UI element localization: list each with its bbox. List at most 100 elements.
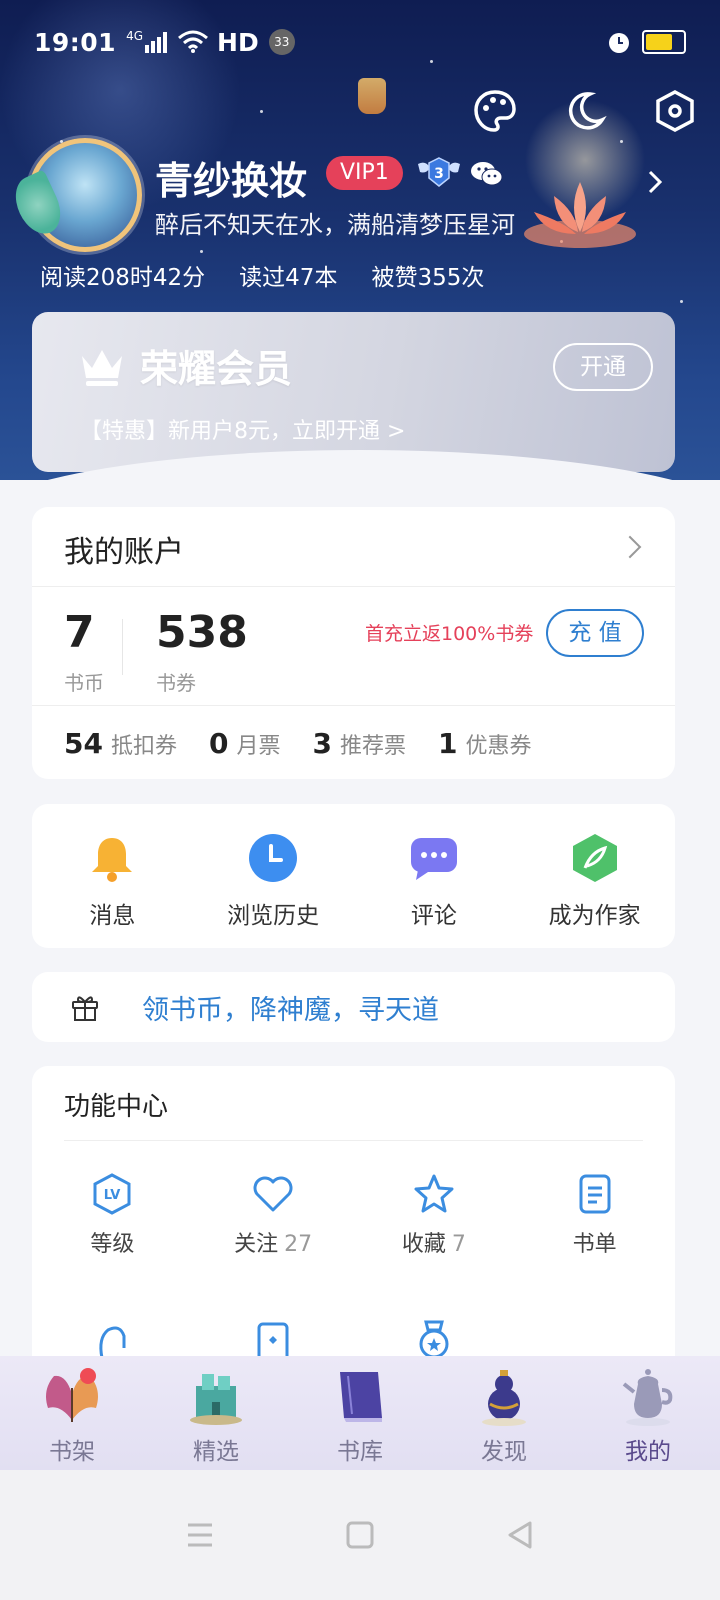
voucher-label: 书券 bbox=[156, 671, 196, 695]
profile-chevron-icon[interactable] bbox=[644, 168, 666, 196]
star-icon bbox=[414, 1174, 454, 1213]
lantern-decoration bbox=[358, 78, 386, 114]
network-label: 4G bbox=[126, 29, 144, 43]
function-item-favorites[interactable]: 收藏 7 bbox=[354, 1172, 515, 1258]
function-item-label: 等级 bbox=[90, 1232, 135, 1257]
ticket-list: 54 抵扣券 0 月票 3 推荐票 1 优惠券 bbox=[64, 727, 531, 760]
book-icon bbox=[340, 1372, 382, 1422]
function-item-label: 书单 bbox=[572, 1232, 617, 1257]
booklist-icon bbox=[579, 1174, 611, 1214]
tab-label: 精选 bbox=[193, 1439, 239, 1465]
status-bar: 19:01 4G HD 33 bbox=[34, 22, 686, 62]
tab-label: 发现 bbox=[481, 1439, 527, 1465]
function-item-label: 收藏 bbox=[401, 1232, 446, 1257]
function-item-label: 关注 bbox=[234, 1232, 279, 1257]
signal-icon bbox=[145, 31, 168, 53]
settings-icon[interactable] bbox=[652, 88, 698, 134]
recharge-button[interactable]: 充 值 bbox=[546, 609, 644, 657]
profile-motto: 醉后不知天在水，满船清梦压星河 bbox=[155, 211, 515, 239]
favorites-count: 7 bbox=[451, 1232, 466, 1257]
ticket-item-coupon[interactable]: 1 优惠券 bbox=[438, 727, 532, 760]
quick-actions-card: 消息 浏览历史 评论 成为作家 bbox=[32, 804, 675, 948]
gourd-icon bbox=[482, 1370, 526, 1426]
gift-icon bbox=[72, 996, 98, 1021]
function-item-booklist[interactable]: 书单 bbox=[514, 1172, 675, 1258]
follow-count: 27 bbox=[284, 1232, 313, 1257]
divider bbox=[32, 586, 675, 587]
quick-action-messages[interactable]: 消息 bbox=[32, 804, 193, 948]
recharge-promo: 首充立返100%书券 bbox=[365, 623, 534, 645]
wifi-icon bbox=[178, 30, 208, 53]
level-icon: LV bbox=[93, 1173, 131, 1215]
likes-stat: 被赞355次 bbox=[371, 265, 485, 291]
feather-icon bbox=[572, 834, 617, 882]
tab-label: 书架 bbox=[49, 1439, 95, 1465]
ticket-item-deduction[interactable]: 54 抵扣券 bbox=[64, 727, 177, 760]
username[interactable]: 青纱换妆 bbox=[155, 150, 307, 205]
home-square-icon[interactable] bbox=[340, 1515, 380, 1555]
star bbox=[200, 250, 203, 253]
notification-dot bbox=[80, 1368, 96, 1384]
divider bbox=[64, 1140, 643, 1141]
books-read-stat: 读过47本 bbox=[239, 265, 338, 291]
promo-banner-text[interactable]: 领书币，降神魔，寻天道 bbox=[142, 988, 439, 1027]
clock-icon bbox=[249, 834, 298, 882]
ticket-item-recommend[interactable]: 3 推荐票 bbox=[312, 727, 406, 760]
night-mode-icon[interactable] bbox=[562, 88, 608, 134]
star bbox=[260, 110, 263, 113]
quick-action-label: 评论 bbox=[410, 903, 457, 929]
account-card: 我的账户 7 书币 538 书券 首充立返100%书券 充 值 54 抵扣券 0月… bbox=[32, 507, 675, 779]
star bbox=[620, 140, 623, 143]
notification-count-badge: 33 bbox=[268, 29, 295, 55]
coin-balance[interactable]: 7 bbox=[64, 607, 95, 658]
function-item-level[interactable]: LV 等级 bbox=[32, 1172, 193, 1258]
quick-action-become-writer[interactable]: 成为作家 bbox=[514, 804, 675, 948]
promo-banner[interactable]: 领书币，降神魔，寻天道 bbox=[32, 972, 675, 1042]
account-title[interactable]: 我的账户 bbox=[64, 527, 184, 571]
alarm-icon bbox=[609, 33, 629, 53]
reading-stats: 阅读208时42分 读过47本 被赞355次 bbox=[40, 258, 484, 292]
ticket-item-monthly[interactable]: 0 月票 bbox=[209, 727, 281, 760]
hd-label: HD bbox=[217, 27, 259, 57]
function-center-title: 功能中心 bbox=[64, 1092, 169, 1122]
quick-action-label: 成为作家 bbox=[548, 903, 641, 929]
wechat-icon[interactable] bbox=[470, 160, 504, 188]
tab-bookshelf[interactable]: 书架 bbox=[0, 1356, 144, 1470]
function-item-follow[interactable]: 关注 27 bbox=[193, 1172, 354, 1258]
vip-membership-card[interactable] bbox=[32, 312, 675, 472]
back-triangle-icon[interactable] bbox=[500, 1515, 540, 1555]
profile-header: 19:01 4G HD 33 青纱换妆 VIP1 3 醉后不知天在水，满船清梦压… bbox=[0, 0, 720, 480]
reading-time-stat: 阅读208时42分 bbox=[40, 265, 206, 291]
bell-icon bbox=[92, 838, 133, 882]
tab-mine[interactable]: 我的 bbox=[576, 1356, 720, 1470]
voucher-balance[interactable]: 538 bbox=[156, 607, 248, 658]
theme-palette-icon[interactable] bbox=[472, 88, 518, 134]
quick-action-label: 消息 bbox=[89, 903, 136, 929]
menu-icon[interactable] bbox=[180, 1515, 220, 1555]
divider bbox=[32, 705, 675, 706]
chevron-right-icon[interactable] bbox=[618, 535, 642, 559]
vip-promo-link[interactable]: 【特惠】新用户8元，立即开通 > bbox=[80, 413, 405, 445]
quick-action-label: 浏览历史 bbox=[227, 903, 320, 929]
quick-action-comments[interactable]: 评论 bbox=[354, 804, 515, 948]
level-number: 3 bbox=[434, 166, 444, 182]
heart-icon bbox=[253, 1176, 293, 1212]
lotus-decoration bbox=[524, 182, 636, 248]
tab-featured[interactable]: 精选 bbox=[144, 1356, 288, 1470]
coin-label: 书币 bbox=[64, 671, 104, 695]
system-nav-bar bbox=[0, 1470, 720, 1600]
tab-library[interactable]: 书库 bbox=[288, 1356, 432, 1470]
bottom-tab-bar: 书架 精选 书库 发现 我的 bbox=[0, 1356, 720, 1470]
level-wings-icon[interactable]: 3 bbox=[416, 156, 462, 190]
vip-badge[interactable]: VIP1 bbox=[326, 156, 403, 190]
battery-icon bbox=[642, 30, 686, 54]
vip-open-button[interactable]: 开通 bbox=[553, 343, 653, 391]
comment-icon bbox=[410, 838, 457, 880]
crown-icon bbox=[82, 350, 122, 386]
quick-action-history[interactable]: 浏览历史 bbox=[193, 804, 354, 948]
status-time: 19:01 bbox=[34, 27, 117, 57]
vip-title: 荣耀会员 bbox=[140, 347, 293, 391]
svg-text:LV: LV bbox=[104, 1188, 121, 1203]
divider bbox=[122, 619, 123, 675]
tab-discover[interactable]: 发现 bbox=[432, 1356, 576, 1470]
